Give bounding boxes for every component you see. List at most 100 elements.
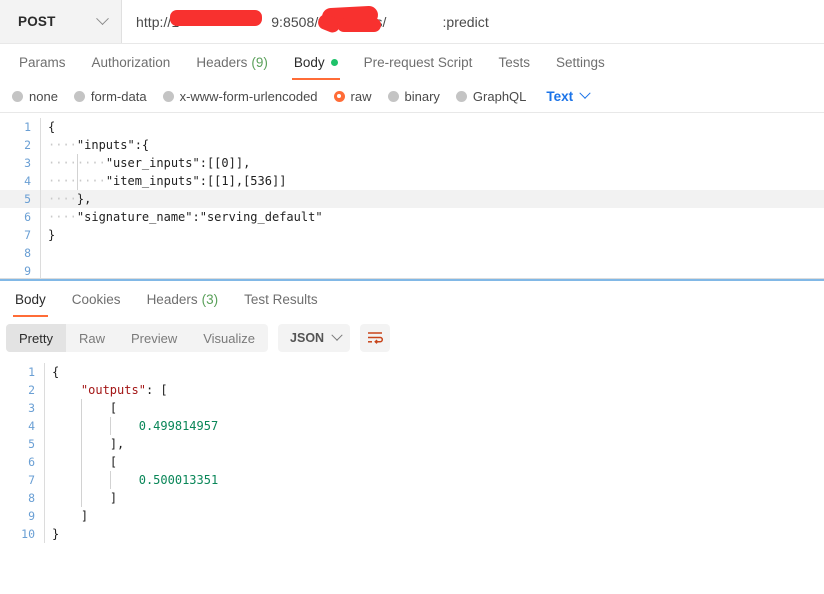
radio-icon: [12, 90, 23, 102]
code-line: 4 ········"item_inputs":[[1],[536]]: [0, 172, 824, 190]
code-line: 8 ]: [0, 489, 824, 507]
code-line: 5 ],: [0, 435, 824, 453]
word-wrap-icon: [367, 332, 383, 344]
code-text: {: [44, 363, 824, 381]
line-number: 9: [28, 509, 35, 523]
http-method-label: POST: [18, 14, 56, 29]
response-toolbar: Pretty Raw Preview Visualize JSON: [0, 317, 824, 359]
body-type-graphql-label: GraphQL: [472, 88, 527, 104]
tab-headers[interactable]: Headers (9): [183, 44, 281, 80]
request-body-editor[interactable]: 1{2 ····"inputs":{3 ········"user_inputs":…: [0, 112, 824, 278]
line-number: 7: [24, 228, 31, 242]
body-has-content-dot-icon: [330, 58, 338, 66]
line-number: 4: [28, 419, 35, 433]
tab-authorization-label: Authorization: [91, 54, 171, 70]
chevron-down-icon: [96, 12, 109, 26]
code-text: [: [44, 453, 824, 471]
radio-icon: [455, 90, 467, 102]
response-tab-body[interactable]: Body: [2, 281, 59, 317]
tab-tests-label: Tests: [498, 54, 530, 70]
code-line: 1{: [0, 363, 824, 381]
code-text: ····},: [40, 190, 824, 208]
url-bar: POST http://1 9:8508/v1/models/:predict: [0, 0, 824, 44]
response-tab-headers-label: Headers: [146, 291, 198, 307]
body-type-form-data[interactable]: form-data: [73, 88, 147, 104]
body-type-none-label: none: [29, 88, 58, 104]
response-view-pretty[interactable]: Pretty: [6, 324, 66, 352]
code-line: 7}: [0, 226, 824, 244]
body-type-raw[interactable]: raw: [333, 89, 372, 104]
code-text: ]: [44, 507, 824, 525]
code-line: 9 ]: [0, 507, 824, 525]
code-text: [40, 244, 824, 262]
tab-pre-request-script-label: Pre-request Script: [363, 54, 473, 70]
tab-settings[interactable]: Settings: [543, 44, 618, 80]
line-number: 3: [28, 401, 35, 415]
response-view-visualize[interactable]: Visualize: [190, 324, 268, 352]
tab-params[interactable]: Params: [6, 44, 79, 80]
response-tab-headers[interactable]: Headers (3): [134, 281, 232, 317]
code-text: 0.499814957: [44, 417, 824, 435]
line-number: 9: [24, 264, 31, 278]
line-number: 1: [24, 120, 31, 134]
body-type-binary-label: binary: [404, 88, 440, 104]
body-type-urlencoded[interactable]: x-www-form-urlencoded: [162, 89, 318, 104]
response-view-visualize-label: Visualize: [203, 330, 256, 346]
code-text: "outputs": [: [44, 381, 824, 399]
line-number: 6: [24, 210, 31, 224]
chevron-down-icon: [331, 329, 343, 341]
request-tab-bar: Params Authorization Headers (9) Body Pre…: [0, 44, 824, 80]
code-text: 0.500013351: [44, 471, 824, 489]
tab-authorization[interactable]: Authorization: [79, 44, 184, 80]
word-wrap-button[interactable]: [360, 324, 391, 352]
response-tab-test-results[interactable]: Test Results: [231, 281, 331, 317]
raw-format-select[interactable]: Text: [546, 87, 591, 104]
line-number: 8: [24, 246, 31, 260]
http-method-select[interactable]: POST: [0, 0, 122, 43]
code-line: 7 0.500013351: [0, 471, 824, 489]
response-view-raw[interactable]: Raw: [66, 324, 118, 352]
response-format-select[interactable]: JSON: [278, 324, 351, 352]
tab-pre-request-script[interactable]: Pre-request Script: [351, 44, 486, 80]
code-line: 4 0.499814957: [0, 417, 824, 435]
code-text: [40, 262, 824, 278]
url-text: http://1 9:8508/v1/models/:predict: [136, 13, 489, 30]
code-line: 3 [: [0, 399, 824, 417]
code-text: }: [44, 525, 824, 543]
line-number: 6: [28, 455, 35, 469]
code-line: 6 ····"signature_name":"serving_default": [0, 208, 824, 226]
line-number: 1: [28, 365, 35, 379]
response-view-raw-label: Raw: [78, 330, 105, 346]
response-tab-cookies[interactable]: Cookies: [59, 281, 134, 317]
response-view-preview[interactable]: Preview: [118, 324, 190, 352]
code-text: ····"signature_name":"serving_default": [40, 208, 824, 226]
code-text: ]: [44, 489, 824, 507]
radio-selected-icon: [333, 90, 345, 102]
line-number: 4: [24, 174, 31, 188]
line-number: 5: [24, 192, 31, 206]
body-type-binary[interactable]: binary: [387, 88, 440, 104]
body-type-none[interactable]: none: [12, 89, 58, 104]
line-number: 2: [28, 383, 35, 397]
line-number: 8: [28, 491, 35, 505]
line-number: 3: [24, 156, 31, 170]
line-number: 10: [21, 527, 35, 541]
line-number: 7: [28, 473, 35, 487]
radio-icon: [387, 90, 399, 102]
tab-params-label: Params: [19, 54, 66, 70]
code-line: 2 "outputs": [: [0, 381, 824, 399]
response-body-editor[interactable]: 1{2 "outputs": [3 [4 0.499814957 5 ], 6 [7…: [0, 359, 824, 545]
code-text: [: [44, 399, 824, 417]
response-format-label: JSON: [290, 331, 325, 345]
code-line: 10}: [0, 525, 824, 543]
tab-body[interactable]: Body: [281, 44, 351, 80]
tab-tests[interactable]: Tests: [485, 44, 543, 80]
response-view-mode-group: Pretty Raw Preview Visualize: [6, 324, 269, 352]
code-text: }: [40, 226, 824, 244]
body-type-graphql[interactable]: GraphQL: [455, 88, 527, 104]
body-type-row: none form-data x-www-form-urlencoded raw…: [0, 80, 824, 112]
body-type-form-data-label: form-data: [90, 88, 147, 104]
code-text: ········"user_inputs":[[0]],: [40, 154, 824, 172]
url-input[interactable]: http://1 9:8508/v1/models/:predict: [122, 0, 824, 43]
tab-headers-count: (9): [251, 54, 268, 70]
